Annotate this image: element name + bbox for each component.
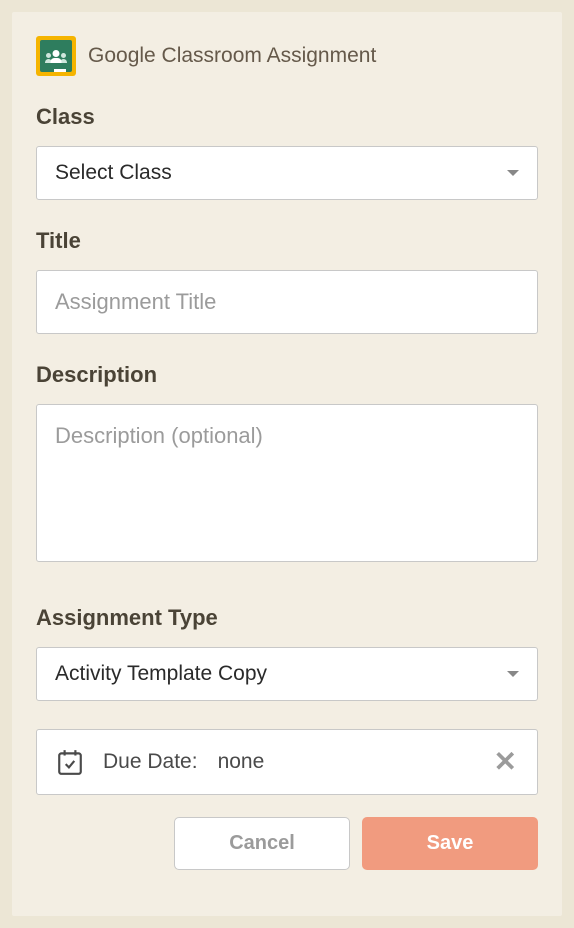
google-classroom-icon — [36, 36, 76, 76]
close-icon[interactable]: ✕ — [494, 748, 517, 776]
assignment-dialog: Google Classroom Assignment Class Select… — [12, 12, 562, 916]
dialog-header: Google Classroom Assignment — [36, 36, 538, 76]
class-select-value: Select Class — [55, 161, 172, 185]
class-label: Class — [36, 104, 538, 130]
due-date-label: Due Date: — [103, 750, 198, 774]
chevron-down-icon — [507, 170, 519, 176]
description-input[interactable] — [36, 404, 538, 562]
due-date-value: none — [218, 750, 265, 774]
save-button[interactable]: Save — [362, 817, 538, 870]
button-row: Cancel Save — [36, 817, 538, 870]
calendar-check-icon — [57, 748, 83, 776]
chevron-down-icon — [507, 671, 519, 677]
assignment-type-value: Activity Template Copy — [55, 662, 267, 686]
title-label: Title — [36, 228, 538, 254]
cancel-button[interactable]: Cancel — [174, 817, 350, 870]
title-input[interactable] — [36, 270, 538, 334]
description-label: Description — [36, 362, 538, 388]
dialog-title: Google Classroom Assignment — [88, 44, 376, 68]
class-select[interactable]: Select Class — [36, 146, 538, 200]
assignment-type-label: Assignment Type — [36, 605, 538, 631]
assignment-type-select[interactable]: Activity Template Copy — [36, 647, 538, 701]
due-date-field[interactable]: Due Date: none ✕ — [36, 729, 538, 795]
